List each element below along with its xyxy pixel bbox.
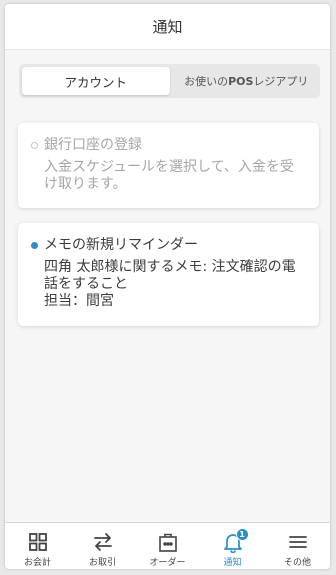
tab-label: オーダー <box>149 558 186 568</box>
header: 通知 <box>5 4 330 50</box>
tab-label: お取引 <box>88 558 116 568</box>
notification-count-badge: 1 <box>235 528 249 541</box>
notification-card-memo[interactable]: メモの新規リマインダー 四角 太郎様に関するメモ: 注文確認の電話をすること 担… <box>18 223 319 326</box>
tab-orders[interactable]: オーダー <box>135 523 200 569</box>
tab-account-label: アカウント <box>64 74 127 90</box>
order-bag-icon <box>158 533 177 552</box>
tab-pos-suffix: レジアプリ <box>253 75 309 88</box>
tab-pos-bold: POS <box>228 74 254 88</box>
notification-title: 銀行口座の登録 <box>44 137 142 153</box>
page-title: 通知 <box>152 18 183 36</box>
menu-icon <box>288 536 307 548</box>
swap-arrows-icon <box>93 533 112 551</box>
segmented-control: アカウント お使いの POS レジアプリ <box>19 64 320 98</box>
tab-label: その他 <box>283 558 311 568</box>
grid-icon <box>28 533 47 551</box>
notification-body: 入金スケジュールを選択して、入金を受け取ります。 <box>44 159 294 192</box>
notification-body: 四角 太郎様に関するメモ: 注文確認の電話をすること <box>44 259 296 292</box>
tab-pos-prefix: お使いの <box>184 75 229 88</box>
tab-checkout[interactable]: お会計 <box>5 523 70 569</box>
tab-transactions[interactable]: お取引 <box>70 523 135 569</box>
tab-more[interactable]: その他 <box>265 523 330 569</box>
app-screen: 通知 アカウント お使いの POS レジアプリ 銀行口座の登録 入金スケジュールを選… <box>5 4 330 569</box>
tab-label: 通知 <box>223 558 242 568</box>
bottom-tab-bar: お会計 お取引 オーダー 1 通知 その他 <box>5 522 330 569</box>
unread-indicator-dot <box>31 242 38 249</box>
read-indicator-dot <box>31 142 38 149</box>
notification-title: メモの新規リマインダー <box>44 237 198 253</box>
tab-pos-app[interactable]: お使いの POS レジアプリ <box>173 64 321 98</box>
tab-notifications[interactable]: 1 通知 <box>200 523 265 569</box>
notification-assignee: 担当：間宮 <box>44 293 114 309</box>
tab-account[interactable]: アカウント <box>22 67 170 95</box>
tab-label: お会計 <box>23 558 51 568</box>
notification-card-bank[interactable]: 銀行口座の登録 入金スケジュールを選択して、入金を受け取ります。 <box>18 123 319 208</box>
